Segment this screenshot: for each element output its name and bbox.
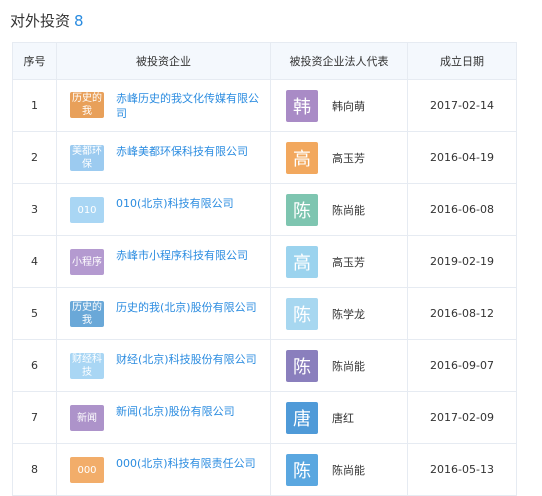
company-cell: 美都环保 赤峰美都环保科技有限公司 [56, 131, 271, 184]
company-cell: 小程序 赤峰市小程序科技有限公司 [56, 235, 271, 288]
company-cell: 010 010(北京)科技有限公司 [56, 183, 271, 236]
company-link[interactable]: 010(北京)科技有限公司 [116, 196, 234, 211]
company-logo: 财经科技 [70, 353, 104, 379]
founded-date: 2016-04-19 [407, 131, 517, 184]
legal-rep-cell: 陈 陈尚能 [270, 183, 408, 236]
legal-rep-avatar[interactable]: 唐 [286, 401, 318, 434]
legal-rep-cell: 韩 韩向萌 [270, 79, 408, 132]
row-index: 8 [12, 443, 57, 496]
founded-date: 2017-02-09 [407, 391, 517, 444]
company-link[interactable]: 000(北京)科技有限责任公司 [116, 456, 256, 471]
company-cell: 新闻 新闻(北京)股份有限公司 [56, 391, 271, 444]
investment-count: 8 [74, 12, 84, 30]
company-link[interactable]: 赤峰历史的我文化传媒有限公司 [116, 91, 261, 121]
legal-rep-avatar[interactable]: 韩 [286, 89, 318, 122]
company-logo: 历史的我 [70, 301, 104, 327]
legal-rep-name: 唐红 [332, 411, 354, 425]
column-header-legal-rep: 被投资企业法人代表 [270, 42, 408, 80]
legal-rep-name: 陈尚能 [332, 463, 365, 477]
table-row: 8 000 000(北京)科技有限责任公司 陈 陈尚能 2016-05-13 [12, 443, 517, 496]
company-link[interactable]: 赤峰市小程序科技有限公司 [116, 248, 248, 263]
company-link[interactable]: 新闻(北京)股份有限公司 [116, 404, 235, 419]
company-link[interactable]: 赤峰美都环保科技有限公司 [116, 144, 248, 159]
legal-rep-avatar[interactable]: 高 [286, 245, 318, 278]
legal-rep-name: 陈学龙 [332, 307, 365, 321]
column-header-date: 成立日期 [407, 42, 517, 80]
table-header-row: 序号 被投资企业 被投资企业法人代表 成立日期 [12, 42, 517, 80]
company-cell: 历史的我 历史的我(北京)股份有限公司 [56, 287, 271, 340]
legal-rep-cell: 陈 陈学龙 [270, 287, 408, 340]
row-index: 3 [12, 183, 57, 236]
legal-rep-cell: 高 高玉芳 [270, 131, 408, 184]
table-row: 2 美都环保 赤峰美都环保科技有限公司 高 高玉芳 2016-04-19 [12, 131, 517, 184]
legal-rep-cell: 陈 陈尚能 [270, 339, 408, 392]
legal-rep-avatar[interactable]: 高 [286, 141, 318, 174]
legal-rep-avatar[interactable]: 陈 [286, 193, 318, 226]
company-logo: 美都环保 [70, 145, 104, 171]
legal-rep-name: 高玉芳 [332, 151, 365, 165]
legal-rep-name: 韩向萌 [332, 99, 365, 113]
section-title-text: 对外投资 [10, 12, 71, 30]
row-index: 5 [12, 287, 57, 340]
company-logo: 010 [70, 197, 104, 223]
company-logo: 小程序 [70, 249, 104, 275]
investment-table: 序号 被投资企业 被投资企业法人代表 成立日期 1 历史的我 赤峰历史的我文化传… [12, 42, 517, 496]
company-link[interactable]: 历史的我(北京)股份有限公司 [116, 300, 257, 315]
company-cell: 财经科技 财经(北京)科技股份有限公司 [56, 339, 271, 392]
legal-rep-avatar[interactable]: 陈 [286, 349, 318, 382]
table-row: 6 财经科技 财经(北京)科技股份有限公司 陈 陈尚能 2016-09-07 [12, 339, 517, 392]
column-header-company: 被投资企业 [56, 42, 271, 80]
founded-date: 2016-05-13 [407, 443, 517, 496]
founded-date: 2017-02-14 [407, 79, 517, 132]
legal-rep-avatar[interactable]: 陈 [286, 453, 318, 486]
company-cell: 000 000(北京)科技有限责任公司 [56, 443, 271, 496]
company-link[interactable]: 财经(北京)科技股份有限公司 [116, 352, 257, 367]
legal-rep-avatar[interactable]: 陈 [286, 297, 318, 330]
row-index: 6 [12, 339, 57, 392]
legal-rep-cell: 陈 陈尚能 [270, 443, 408, 496]
company-logo: 000 [70, 457, 104, 483]
founded-date: 2016-09-07 [407, 339, 517, 392]
legal-rep-name: 陈尚能 [332, 203, 365, 217]
founded-date: 2016-06-08 [407, 183, 517, 236]
table-row: 7 新闻 新闻(北京)股份有限公司 唐 唐红 2017-02-09 [12, 391, 517, 444]
table-row: 4 小程序 赤峰市小程序科技有限公司 高 高玉芳 2019-02-19 [12, 235, 517, 288]
legal-rep-cell: 唐 唐红 [270, 391, 408, 444]
row-index: 1 [12, 79, 57, 132]
company-logo: 新闻 [70, 405, 104, 431]
company-logo: 历史的我 [70, 91, 104, 118]
company-cell: 历史的我 赤峰历史的我文化传媒有限公司 [56, 79, 271, 132]
founded-date: 2016-08-12 [407, 287, 517, 340]
legal-rep-cell: 高 高玉芳 [270, 235, 408, 288]
row-index: 4 [12, 235, 57, 288]
row-index: 7 [12, 391, 57, 444]
table-row: 5 历史的我 历史的我(北京)股份有限公司 陈 陈学龙 2016-08-12 [12, 287, 517, 340]
founded-date: 2019-02-19 [407, 235, 517, 288]
legal-rep-name: 陈尚能 [332, 359, 365, 373]
table-row: 1 历史的我 赤峰历史的我文化传媒有限公司 韩 韩向萌 2017-02-14 [12, 79, 517, 132]
table-row: 3 010 010(北京)科技有限公司 陈 陈尚能 2016-06-08 [12, 183, 517, 236]
row-index: 2 [12, 131, 57, 184]
column-header-index: 序号 [12, 42, 57, 80]
section-title: 对外投资 8 [10, 10, 84, 31]
legal-rep-name: 高玉芳 [332, 255, 365, 269]
